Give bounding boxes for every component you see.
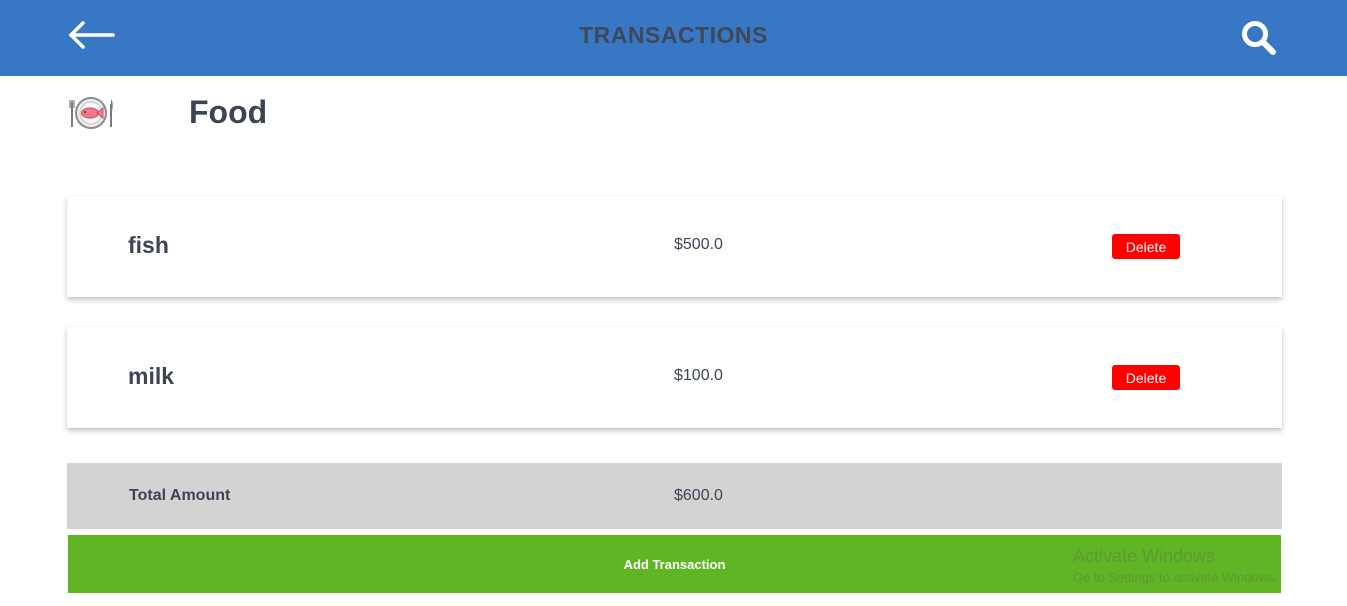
transaction-card: milk $100.0 Delete <box>67 327 1282 428</box>
transaction-name: fish <box>128 232 169 258</box>
transaction-name: milk <box>128 363 175 389</box>
app-header: TRANSACTIONS <box>0 0 1347 76</box>
total-value: $600.0 <box>674 487 723 504</box>
page-title: TRANSACTIONS <box>579 22 768 48</box>
transaction-amount: $100.0 <box>674 367 723 384</box>
watermark-subtitle: Go to Settings to activate Windows. <box>1073 570 1279 585</box>
search-button[interactable] <box>1238 18 1280 58</box>
delete-button[interactable]: Delete <box>1112 234 1180 259</box>
food-plate-icon <box>68 94 116 132</box>
transaction-card: fish $500.0 Delete <box>67 196 1282 297</box>
transaction-amount: $500.0 <box>674 236 723 253</box>
category-title: Food <box>189 94 268 130</box>
activate-windows-watermark: Activate Windows Go to Settings to activ… <box>1073 546 1278 585</box>
search-icon <box>1242 21 1276 55</box>
total-bar: Total Amount $600.0 <box>67 463 1282 529</box>
total-label: Total Amount <box>129 487 231 504</box>
delete-button[interactable]: Delete <box>1112 365 1180 390</box>
watermark-title: Activate Windows <box>1073 546 1216 566</box>
